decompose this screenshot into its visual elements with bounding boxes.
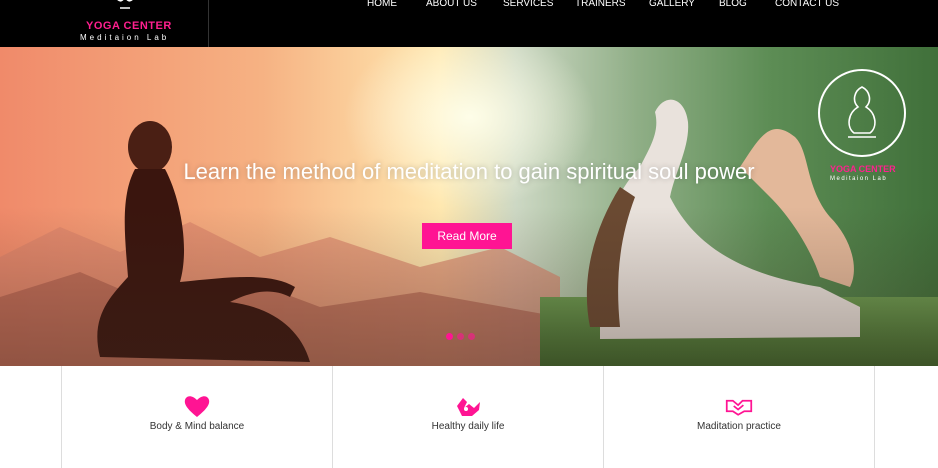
slider-dot-3[interactable] xyxy=(468,333,475,340)
main-menu: HOME ABOUT US SERVICES TRAINERS GALLERY … xyxy=(0,0,938,12)
top-navigation-bar: YOGA CENTER Meditaion Lab HOME ABOUT US … xyxy=(0,0,938,47)
yoga-pose-badge-icon xyxy=(848,86,876,138)
logo-brand-text: YOGA CENTER xyxy=(86,20,172,32)
slider-dot-2[interactable] xyxy=(457,333,464,340)
hero-slider[interactable]: YOGA CENTER Meditaion Lab Learn the meth… xyxy=(0,47,938,366)
hero-logo-brand: YOGA CENTER xyxy=(830,164,896,174)
features-section: Body & Mind balance Healthy daily life M… xyxy=(0,366,938,468)
hero-overlay xyxy=(0,47,938,366)
feature-label: Healthy daily life xyxy=(431,421,505,432)
hands-icon xyxy=(457,398,480,416)
nav-gallery[interactable]: GALLERY xyxy=(649,0,695,9)
nav-services[interactable]: SERVICES xyxy=(503,0,553,9)
read-more-button[interactable]: Read More xyxy=(422,223,512,249)
hero-logo-badge: YOGA CENTER Meditaion Lab xyxy=(818,69,906,182)
slider-dot-1[interactable] xyxy=(446,333,453,340)
hero-logo-tagline: Meditaion Lab xyxy=(830,176,888,182)
feature-healthy-life: Healthy daily life xyxy=(332,366,604,468)
nav-contact-us[interactable]: CONTACT US xyxy=(775,0,839,9)
slider-pagination xyxy=(446,333,490,341)
hero-headline: Learn the method of meditation to gain s… xyxy=(183,159,755,184)
nav-about-us[interactable]: ABOUT US xyxy=(426,0,477,9)
handshake-icon xyxy=(725,399,753,416)
feature-label: Maditation practice xyxy=(697,421,781,432)
nav-blog[interactable]: BLOG xyxy=(719,0,747,9)
nav-home[interactable]: HOME xyxy=(367,0,397,9)
feature-body-mind: Body & Mind balance xyxy=(61,366,333,468)
heart-icon xyxy=(184,396,210,417)
nav-trainers[interactable]: TRAINERS xyxy=(575,0,626,9)
logo-tagline: Meditaion Lab xyxy=(80,33,170,42)
feature-label: Body & Mind balance xyxy=(149,421,245,432)
feature-meditation-practice: Maditation practice xyxy=(603,366,875,468)
